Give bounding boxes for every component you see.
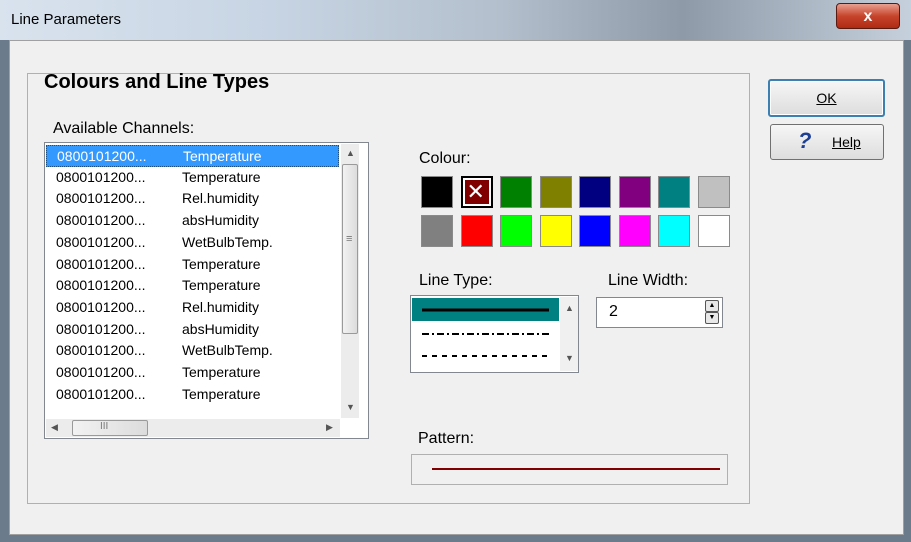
channel-id: 0800101200... — [56, 190, 146, 207]
channels-listbox[interactable]: 0800101200... Temperature 0800101200... Tem… — [44, 142, 369, 439]
channel-id: 0800101200... — [57, 148, 147, 164]
channel-list-item[interactable]: 0800101200... Temperature — [46, 384, 339, 406]
section-heading: Colours and Line Types — [44, 71, 270, 93]
channel-list-item[interactable]: 0800101200... Rel.humidity — [46, 297, 339, 319]
channel-list-item[interactable]: 0800101200... absHumidity — [46, 210, 339, 232]
scroll-left-arrow-icon[interactable]: ◀ — [51, 422, 58, 433]
channel-id: 0800101200... — [56, 385, 146, 402]
channel-id: 0800101200... — [56, 342, 146, 359]
spin-down-icon[interactable]: ▼ — [705, 312, 719, 324]
colour-swatch[interactable] — [500, 215, 532, 247]
channel-name: Rel.humidity — [182, 190, 260, 207]
channel-name: Temperature — [182, 277, 261, 294]
colour-swatch[interactable] — [658, 176, 690, 208]
channel-list-item[interactable]: 0800101200... Temperature — [46, 254, 339, 276]
channel-name: Temperature — [182, 385, 261, 402]
help-question-icon: ? — [798, 128, 812, 153]
line-type-listbox[interactable]: ▲ ▼ — [410, 295, 579, 373]
pattern-preview — [411, 454, 728, 485]
ok-button-label: OK — [816, 90, 837, 106]
channel-name: Temperature — [182, 255, 261, 272]
window-title: Line Parameters — [11, 11, 122, 28]
available-channels-label: Available Channels: — [53, 120, 195, 137]
colour-swatch[interactable] — [618, 176, 651, 208]
colour-label: Colour: — [419, 150, 471, 167]
colour-swatch[interactable] — [539, 176, 572, 208]
line-type-dash-dot[interactable] — [412, 322, 559, 345]
vertical-scroll-thumb[interactable]: ≡ — [342, 164, 358, 334]
line-type-dashed[interactable] — [412, 346, 559, 369]
scroll-down-arrow-icon[interactable]: ▼ — [346, 402, 355, 412]
scroll-right-arrow-icon[interactable]: ▶ — [326, 422, 333, 433]
colour-swatch[interactable] — [658, 215, 690, 247]
channel-name: Temperature — [182, 364, 261, 380]
channel-name: Temperature — [183, 148, 262, 164]
spinner-arrows[interactable]: ▲ ▼ — [705, 300, 719, 325]
title-bar: Line Parameters x — [0, 0, 911, 40]
colour-swatch[interactable] — [421, 215, 453, 247]
channel-id: 0800101200... — [56, 233, 146, 250]
line-width-label: Line Width: — [608, 272, 689, 289]
line-width-value: 2 — [609, 303, 618, 320]
channel-list-item[interactable]: 0800101200... WetBulbTemp. — [46, 232, 339, 254]
channels-horizontal-scrollbar[interactable]: ◀ III ▶ — [46, 419, 340, 437]
scroll-up-arrow-icon[interactable]: ▲ — [346, 148, 355, 158]
scroll-grip-icon: III — [100, 421, 109, 432]
close-button[interactable]: x — [836, 3, 900, 29]
help-button-label: Help — [832, 134, 861, 150]
channel-name: absHumidity — [182, 212, 260, 229]
horizontal-scroll-thumb[interactable]: III — [72, 420, 148, 436]
colour-swatch[interactable] — [421, 176, 453, 208]
channel-id: 0800101200... — [56, 212, 146, 229]
scroll-grip-icon: ≡ — [346, 233, 353, 245]
colour-swatch[interactable]: ✕ — [460, 176, 493, 208]
scroll-up-arrow-icon[interactable]: ▲ — [565, 303, 574, 313]
colour-swatch[interactable] — [697, 176, 730, 208]
pattern-label: Pattern: — [418, 430, 475, 447]
colour-swatch[interactable] — [579, 176, 611, 208]
channel-name: Temperature — [182, 168, 261, 185]
colour-swatch[interactable] — [618, 215, 651, 247]
channel-id: 0800101200... — [56, 277, 146, 294]
spin-up-icon[interactable]: ▲ — [705, 300, 719, 312]
ok-button[interactable]: OK — [768, 79, 885, 117]
channel-id: 0800101200... — [56, 255, 146, 272]
colour-swatch[interactable] — [460, 215, 493, 247]
channel-list-item[interactable]: 0800101200... Temperature — [46, 167, 339, 189]
channel-list-item[interactable]: 0800101200... absHumidity — [46, 319, 339, 341]
channel-list-item[interactable]: 0800101200... Temperature — [46, 362, 339, 384]
channel-name: Rel.humidity — [182, 298, 260, 315]
channel-id: 0800101200... — [56, 298, 146, 315]
line-type-scrollbar[interactable]: ▲ ▼ — [560, 297, 578, 371]
channel-list-item[interactable]: 0800101200... Rel.humidity — [46, 188, 339, 210]
channel-name: absHumidity — [182, 320, 260, 337]
channel-name: WetBulbTemp. — [182, 342, 273, 359]
colour-swatch[interactable] — [697, 215, 730, 247]
channel-id: 0800101200... — [56, 364, 146, 380]
channel-id: 0800101200... — [56, 320, 146, 337]
colour-swatch[interactable] — [500, 176, 532, 208]
channel-name: WetBulbTemp. — [182, 233, 273, 250]
colour-swatch[interactable] — [579, 215, 611, 247]
line-type-label: Line Type: — [419, 272, 493, 289]
selected-check-icon: ✕ — [466, 179, 485, 204]
line-type-solid[interactable] — [412, 298, 559, 321]
help-button[interactable]: ? Help — [770, 124, 884, 160]
channels-vertical-scrollbar[interactable]: ▲ ≡ ▼ — [341, 144, 359, 418]
channel-id: 0800101200... — [56, 168, 146, 185]
colour-swatch[interactable] — [539, 215, 572, 247]
pattern-line-preview — [432, 468, 720, 470]
channel-list-item[interactable]: 0800101200... Temperature — [46, 275, 339, 297]
channel-list-item[interactable]: 0800101200... WetBulbTemp. — [46, 340, 339, 362]
scroll-down-arrow-icon[interactable]: ▼ — [565, 353, 574, 363]
channel-list-item[interactable]: 0800101200... Temperature — [46, 145, 339, 167]
line-width-spinner[interactable]: 2 ▲ ▼ — [596, 297, 723, 328]
